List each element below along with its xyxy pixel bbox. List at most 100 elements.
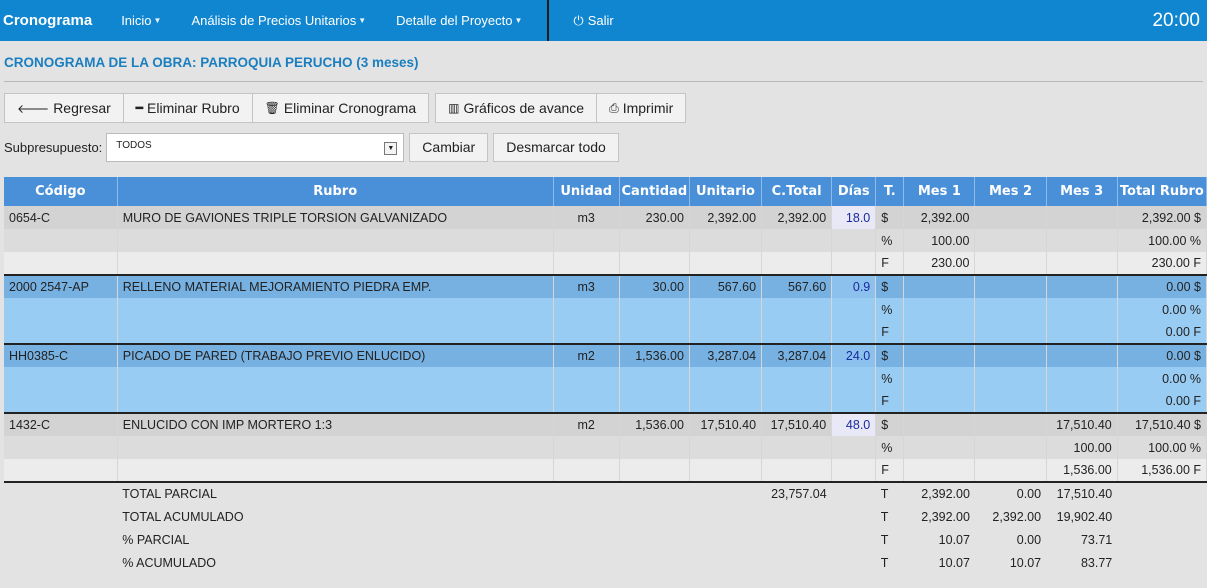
column-header: T. <box>875 177 905 206</box>
empty-cell <box>4 505 118 528</box>
mes3-cell <box>1046 229 1118 252</box>
empty-cell <box>689 551 762 574</box>
dropdown-arrow-icon[interactable]: ▼ <box>384 141 398 155</box>
empty-cell <box>4 436 118 459</box>
empty-cell <box>553 390 620 413</box>
empty-cell <box>761 367 833 390</box>
codigo-cell: 2000 2547-AP <box>4 274 118 298</box>
empty-cell <box>4 390 118 413</box>
table-subrow: F 230.00 230.00 F <box>4 252 1207 275</box>
tipo-cell: $ <box>875 343 905 367</box>
rubro-cell: ENLUCIDO CON IMP MORTERO 1:3 <box>117 412 554 436</box>
trash-icon: 🗑 <box>264 101 280 115</box>
empty-cell <box>831 505 876 528</box>
imprimir-button[interactable]: ⎙ Imprimir <box>597 93 687 123</box>
totals-mes1: 2,392.00 <box>903 481 975 505</box>
empty-cell <box>1117 481 1207 505</box>
desmarcar-button[interactable]: Desmarcar todo <box>493 132 619 162</box>
total-rubro-cell: 0.00 F <box>1117 321 1207 344</box>
totals-mes3: 19,902.40 <box>1046 505 1118 528</box>
totals-ctotal <box>761 528 832 551</box>
mes1-cell <box>903 321 976 344</box>
cantidad-cell: 230.00 <box>619 206 690 229</box>
table-subrow: F 0.00 F <box>4 321 1207 344</box>
empty-cell <box>689 252 763 275</box>
nav-analisis-label: Análisis de Precios Unitarios <box>191 13 357 28</box>
table-row[interactable]: 1432-C ENLUCIDO CON IMP MORTERO 1:3 m2 1,53… <box>4 412 1207 436</box>
mes3-cell: 17,510.40 <box>1046 412 1118 436</box>
column-header: Código <box>4 177 118 206</box>
empty-cell <box>553 436 620 459</box>
eliminar-cronograma-button[interactable]: 🗑 Eliminar Cronograma <box>252 93 430 123</box>
filter-row: Subpresupuesto: TODOS ▼ Cambiar Desmarcar… <box>4 132 1203 162</box>
mes1-cell <box>903 412 976 436</box>
totals-row: TOTAL ACUMULADO T 2,392.00 2,392.00 19,902.4… <box>4 505 1207 528</box>
nav-detalle-label: Detalle del Proyecto <box>396 13 513 28</box>
mes2-cell <box>974 274 1047 298</box>
empty-cell <box>4 252 118 275</box>
totals-label: TOTAL ACUMULADO <box>117 505 554 528</box>
empty-cell <box>4 551 118 574</box>
subpresupuesto-value: TODOS <box>116 139 152 151</box>
mes3-cell <box>1046 343 1118 367</box>
table-row[interactable]: 0654-C MURO DE GAVIONES TRIPLE TORSION GA… <box>4 206 1207 229</box>
totals-label: TOTAL PARCIAL <box>117 481 554 505</box>
total-rubro-cell: 230.00 F <box>1117 252 1207 275</box>
rubro-cell: RELLENO MATERIAL MEJORAMIENTO PIEDRA EMP… <box>117 274 554 298</box>
nav-detalle[interactable]: Detalle del Proyecto ▼ <box>381 0 537 41</box>
nav-salir[interactable]: ⏻ Salir <box>549 0 628 41</box>
totals-ctotal: 23,757.04 <box>761 481 832 505</box>
minus-icon: ━ <box>135 101 144 115</box>
empty-cell <box>831 229 877 252</box>
nav-inicio-label: Inicio <box>121 13 152 28</box>
nav-analisis[interactable]: Análisis de Precios Unitarios ▼ <box>176 0 381 41</box>
eliminar-rubro-button[interactable]: ━ Eliminar Rubro <box>123 93 253 123</box>
total-rubro-cell: 2,392.00 $ <box>1117 206 1207 229</box>
table-subrow: F 0.00 F <box>4 390 1207 413</box>
totals-tipo: T <box>875 528 904 551</box>
graficos-button[interactable]: ▥ Gráficos de avance <box>435 93 598 123</box>
tipo-cell: F <box>875 321 905 344</box>
table-row[interactable]: HH0385-C PICADO DE PARED (TRABAJO PREVIO … <box>4 343 1207 367</box>
tipo-cell: F <box>875 459 905 482</box>
empty-cell <box>553 481 620 505</box>
tipo-cell: F <box>875 252 905 275</box>
empty-cell <box>761 436 833 459</box>
empty-cell <box>831 528 876 551</box>
empty-cell <box>689 390 763 413</box>
totals-mes2: 0.00 <box>974 528 1047 551</box>
empty-cell <box>117 367 554 390</box>
cambiar-button[interactable]: Cambiar <box>409 132 489 162</box>
subpresupuesto-select[interactable]: TODOS ▼ <box>106 132 405 162</box>
dias-cell: 24.0 <box>831 343 877 367</box>
table-row[interactable]: 2000 2547-AP RELLENO MATERIAL MEJORAMIENT… <box>4 274 1207 298</box>
empty-cell <box>619 298 690 321</box>
totals-label: % ACUMULADO <box>117 551 554 574</box>
empty-cell <box>689 528 762 551</box>
empty-cell <box>553 229 620 252</box>
dias-cell: 48.0 <box>831 412 877 436</box>
empty-cell <box>761 390 833 413</box>
column-header: Total Rubro <box>1117 177 1207 206</box>
empty-cell <box>689 229 763 252</box>
empty-cell <box>689 367 763 390</box>
empty-cell <box>4 229 118 252</box>
total-rubro-cell: 0.00 $ <box>1117 343 1207 367</box>
empty-cell <box>117 229 554 252</box>
brand[interactable]: Cronograma <box>0 0 106 41</box>
total-rubro-cell: 17,510.40 $ <box>1117 412 1207 436</box>
empty-cell <box>4 321 118 344</box>
regresar-button[interactable]: 🡐 Regresar <box>4 93 124 123</box>
empty-cell <box>761 459 833 482</box>
column-header: C.Total <box>761 177 833 206</box>
nav-inicio[interactable]: Inicio ▼ <box>106 0 176 41</box>
empty-cell <box>689 298 763 321</box>
totals-mes2: 2,392.00 <box>974 505 1047 528</box>
empty-cell <box>619 551 690 574</box>
page-title: CRONOGRAMA DE LA OBRA: PARROQUIA PERUCHO… <box>4 55 419 70</box>
totals-row: TOTAL PARCIAL 23,757.04 T 2,392.00 0.00 17,51… <box>4 481 1207 505</box>
mes1-cell <box>903 459 976 482</box>
totals-mes2: 0.00 <box>974 481 1047 505</box>
graficos-label: Gráficos de avance <box>463 100 585 116</box>
empty-cell <box>4 528 118 551</box>
